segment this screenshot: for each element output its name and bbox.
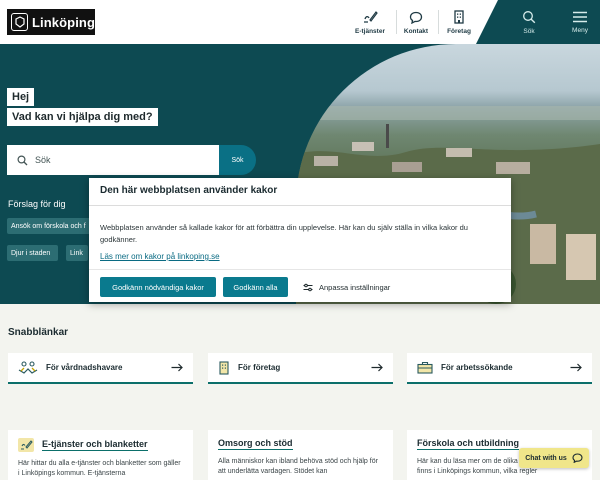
quick-link-label: För företag (238, 363, 281, 372)
nav-foretag[interactable]: Företag (443, 0, 475, 44)
pen-form-icon (18, 438, 34, 452)
card-text: Här hittar du alla e-tjänster och blanke… (18, 460, 181, 477)
accept-necessary-button[interactable]: Godkänn nödvändiga kakor (100, 277, 216, 297)
dialog-title: Den här webbplatsen använder kakor (100, 185, 278, 196)
hero-search-input[interactable]: Sök (7, 145, 219, 175)
search-icon (17, 154, 28, 166)
quick-link-foretag[interactable]: För företag (208, 353, 393, 384)
customize-settings-button[interactable]: Anpassa inställningar (303, 277, 390, 297)
hero-search-button[interactable]: Sök (219, 145, 256, 175)
header-search-button[interactable]: Sök (500, 0, 558, 44)
chat-button[interactable]: Chat with us (519, 448, 589, 468)
logo-text: Linköping (32, 14, 95, 30)
speech-bubble-icon (408, 9, 424, 25)
site-header: Linköping E-tjänster Kontakt Företag Sök… (0, 0, 600, 44)
briefcase-icon (417, 361, 433, 374)
card-title: Förskola och utbildning (417, 438, 519, 450)
arrow-right-icon (570, 363, 582, 372)
pen-form-icon (362, 9, 378, 25)
customize-label: Anpassa inställningar (319, 282, 391, 292)
search-label: Sök (523, 27, 535, 35)
suggestion-chip[interactable]: Ansök om förskola och f (7, 218, 93, 234)
card-omsorg[interactable]: Omsorg och stöd Alla människor kan iblan… (208, 430, 393, 480)
card-e-tjanster[interactable]: E-tjänster och blanketter Här hittar du … (8, 430, 193, 480)
lion-emblem-icon (11, 13, 28, 31)
dialog-body: Webbplatsen använder så kallade kakor fö… (100, 223, 468, 244)
card-text: Alla människor kan ibland behöva stöd oc… (218, 458, 378, 475)
hamburger-icon (572, 11, 588, 23)
suggestions-title: Förslag för dig (8, 199, 66, 209)
nav-label: E-tjänster (355, 28, 385, 35)
nav-kontakt[interactable]: Kontakt (400, 0, 432, 44)
arrow-right-icon (371, 363, 383, 372)
chat-bubble-icon (572, 453, 583, 463)
search-icon (522, 10, 536, 24)
suggestion-chip[interactable]: Link (66, 245, 88, 261)
hero-question: Vad kan vi hjälpa dig med? (7, 108, 158, 126)
dialog-divider (89, 269, 511, 270)
dialog-divider (89, 205, 511, 206)
office-icon (218, 360, 230, 375)
quick-link-label: För vårdnadshavare (46, 363, 123, 372)
quick-link-vardnadshavare[interactable]: För vårdnadshavare (8, 353, 193, 384)
cookie-info-link[interactable]: Läs mer om kakor på linkoping.se (100, 252, 220, 261)
linkoping-logo[interactable]: Linköping (7, 9, 95, 35)
menu-label: Meny (572, 26, 588, 34)
menu-button[interactable]: Meny (560, 0, 600, 44)
cookie-consent-dialog: Den här webbplatsen använder kakor Webbp… (89, 178, 511, 302)
hero-greeting: Hej (7, 88, 35, 106)
accept-all-button[interactable]: Godkänn alla (223, 277, 288, 297)
nav-label: Företag (447, 28, 471, 35)
suggestion-chip[interactable]: Djur i staden (7, 245, 58, 261)
card-title-row: Omsorg och stöd (218, 438, 383, 450)
nav-divider (396, 10, 397, 34)
sliders-icon (303, 283, 313, 292)
chat-label: Chat with us (525, 454, 567, 462)
quick-links-title: Snabblänkar (8, 327, 69, 338)
card-title: E-tjänster och blanketter (42, 439, 148, 451)
quick-link-label: För arbetssökande (441, 363, 513, 372)
building-icon (451, 9, 467, 25)
family-icon (18, 360, 38, 375)
card-title: Omsorg och stöd (218, 438, 293, 450)
nav-e-tjanster[interactable]: E-tjänster (352, 0, 388, 44)
card-title-row: E-tjänster och blanketter (18, 438, 183, 452)
nav-divider (438, 10, 439, 34)
nav-label: Kontakt (403, 28, 429, 35)
search-placeholder: Sök (35, 155, 51, 165)
arrow-right-icon (171, 363, 183, 372)
quick-link-arbetssokande[interactable]: För arbetssökande (407, 353, 592, 384)
